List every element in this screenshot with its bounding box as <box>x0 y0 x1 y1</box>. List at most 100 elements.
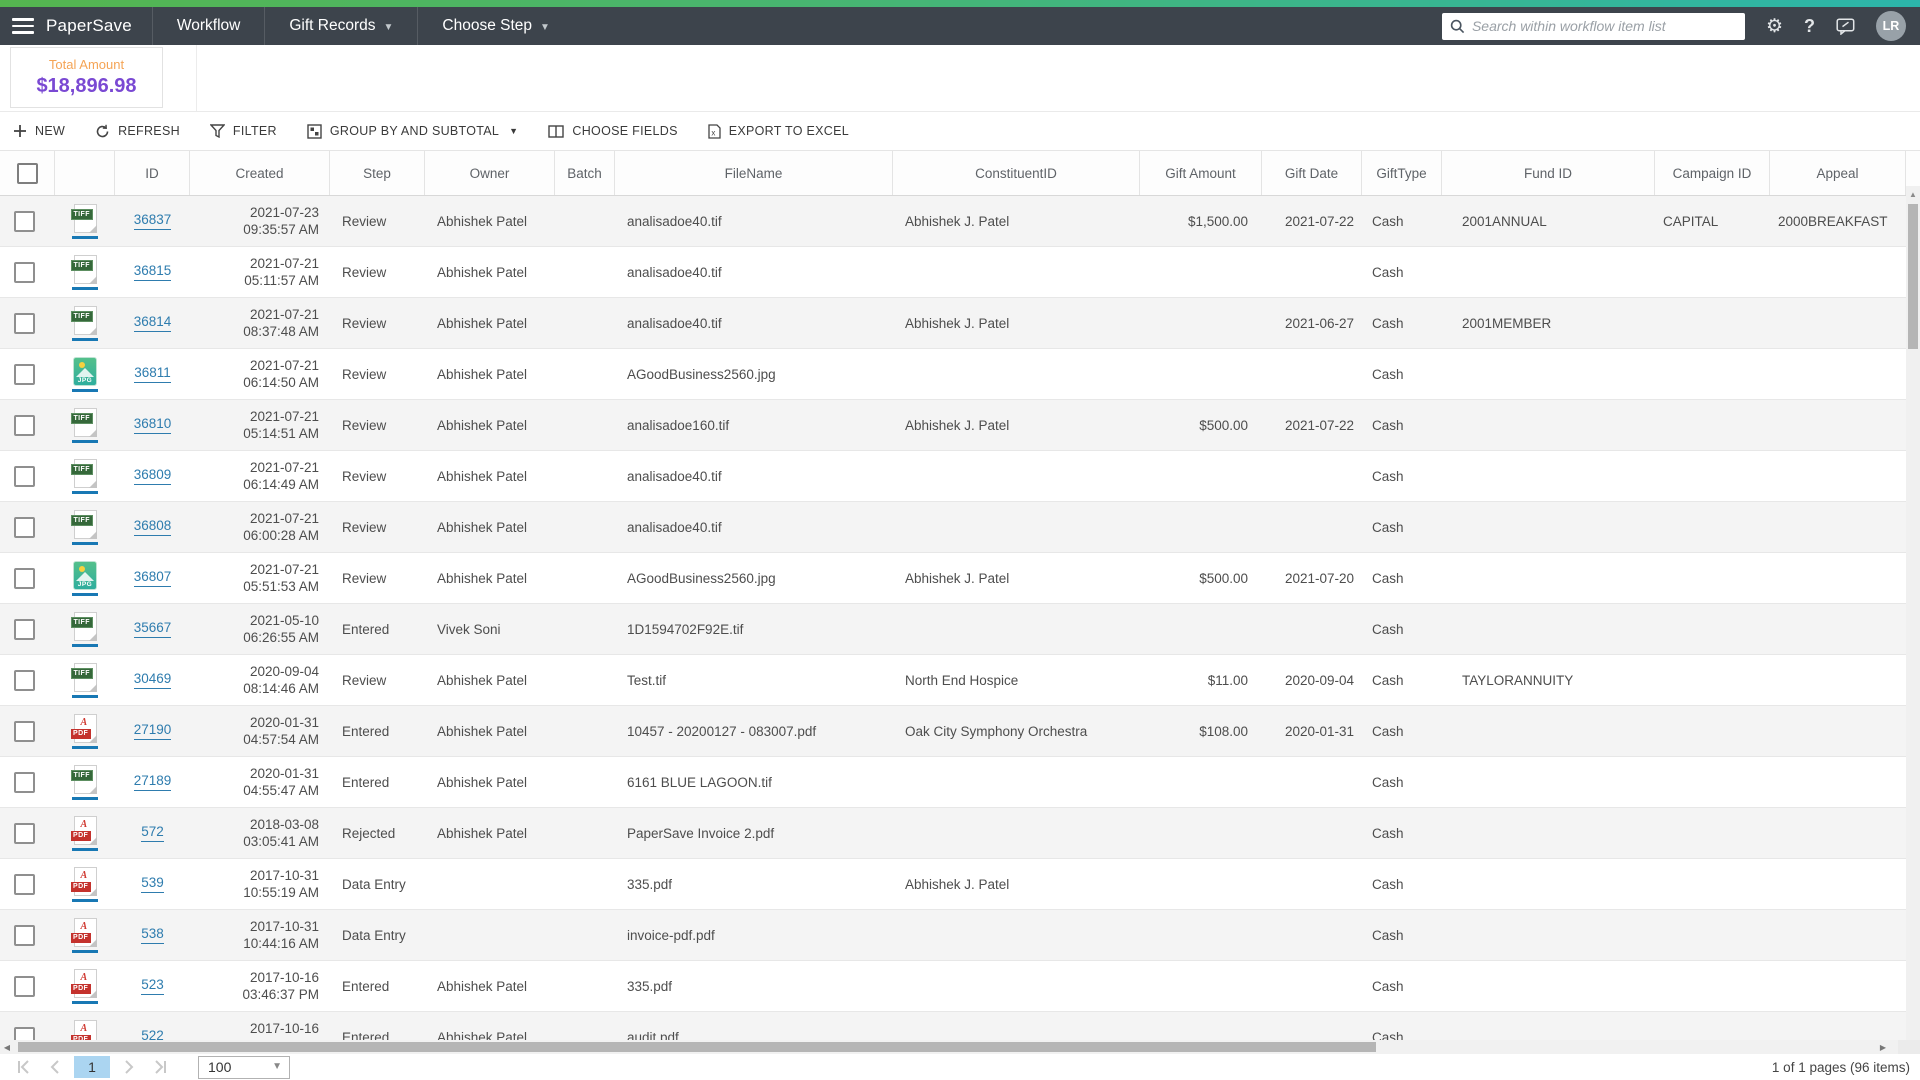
column-header-gift-amount[interactable]: Gift Amount <box>1140 151 1262 195</box>
column-header-owner[interactable]: Owner <box>425 151 555 195</box>
jpg-file-icon[interactable]: JPG <box>73 356 97 386</box>
vertical-scrollbar[interactable]: ▲ <box>1906 186 1920 1040</box>
tiff-file-icon[interactable]: TIFF <box>70 305 97 335</box>
tiff-file-icon[interactable]: TIFF <box>70 509 97 539</box>
pdf-file-icon[interactable]: A PDF <box>70 968 97 998</box>
tiff-file-icon[interactable]: TIFF <box>70 611 97 641</box>
row-id-link[interactable]: 522 <box>141 1028 164 1040</box>
row-id-link[interactable]: 539 <box>141 875 164 893</box>
row-checkbox[interactable] <box>14 312 35 334</box>
row-checkbox[interactable] <box>14 567 35 589</box>
column-header-gift-date[interactable]: Gift Date <box>1262 151 1362 195</box>
row-checkbox[interactable] <box>14 363 35 385</box>
table-row[interactable]: A PDF 539 2017-10-31 10:55:19 AM Data Entry 33… <box>0 859 1920 910</box>
pdf-file-icon[interactable]: A PDF <box>70 1019 97 1040</box>
table-row[interactable]: TIFF 36808 2021-07-21 06:00:28 AM Review Abhi… <box>0 502 1920 553</box>
row-id-link[interactable]: 36811 <box>134 365 171 383</box>
row-id-link[interactable]: 36807 <box>133 569 172 587</box>
pdf-file-icon[interactable]: A PDF <box>70 713 97 743</box>
choose-fields-button[interactable]: CHOOSE FIELDS <box>548 124 677 138</box>
table-row[interactable]: A PDF 538 2017-10-31 10:44:16 AM Data Entry in… <box>0 910 1920 961</box>
row-id-link[interactable]: 36809 <box>133 467 172 485</box>
column-header-id[interactable]: ID <box>115 151 190 195</box>
table-row[interactable]: TIFF 35667 2021-05-10 06:26:55 AM Entered Viv… <box>0 604 1920 655</box>
column-header-campaign-id[interactable]: Campaign ID <box>1655 151 1770 195</box>
vertical-scrollbar-thumb[interactable] <box>1908 204 1918 349</box>
row-id-link[interactable]: 30469 <box>133 671 172 689</box>
column-header-select-all[interactable] <box>0 151 55 195</box>
group-by-subtotal-button[interactable]: GROUP BY AND SUBTOTAL ▼ <box>307 123 519 139</box>
scroll-left-arrow-icon[interactable]: ◀ <box>0 1040 14 1054</box>
table-row[interactable]: TIFF 36809 2021-07-21 06:14:49 AM Review Abhi… <box>0 451 1920 502</box>
row-checkbox[interactable] <box>14 618 35 640</box>
nav-item-gift-records[interactable]: Gift Records ▼ <box>264 7 417 45</box>
table-row[interactable]: TIFF 27189 2020-01-31 04:55:47 AM Entered Abh… <box>0 757 1920 808</box>
column-header-constituentid[interactable]: ConstituentID <box>893 151 1140 195</box>
tiff-file-icon[interactable]: TIFF <box>70 764 97 794</box>
row-checkbox[interactable] <box>14 210 35 232</box>
new-button[interactable]: NEW <box>13 124 65 138</box>
nav-item-choose-step[interactable]: Choose Step ▼ <box>417 7 574 45</box>
filter-button[interactable]: FILTER <box>209 124 277 138</box>
row-id-link[interactable]: 36810 <box>133 416 172 434</box>
pdf-file-icon[interactable]: A PDF <box>70 815 97 845</box>
row-id-link[interactable]: 27189 <box>133 773 172 791</box>
table-row[interactable]: A PDF 523 2017-10-16 03:46:37 PM Entered Abhis… <box>0 961 1920 1012</box>
tiff-file-icon[interactable]: TIFF <box>70 203 97 233</box>
pdf-file-icon[interactable]: A PDF <box>70 866 97 896</box>
first-page-button[interactable] <box>10 1056 36 1078</box>
scroll-up-arrow-icon[interactable]: ▲ <box>1906 190 1920 199</box>
table-row[interactable]: TIFF 36837 2021-07-23 09:35:57 AM Review Abhi… <box>0 196 1920 247</box>
next-page-button[interactable] <box>116 1056 142 1078</box>
jpg-file-icon[interactable]: JPG <box>73 560 97 590</box>
horizontal-scrollbar-thumb[interactable] <box>18 1042 1376 1052</box>
column-header-created[interactable]: Created <box>190 151 330 195</box>
table-row[interactable]: TIFF 36815 2021-07-21 05:11:57 AM Review Abhi… <box>0 247 1920 298</box>
row-checkbox[interactable] <box>14 516 35 538</box>
column-header-doc-icon[interactable] <box>55 151 115 195</box>
row-id-link[interactable]: 36808 <box>133 518 172 536</box>
row-checkbox[interactable] <box>14 873 35 895</box>
previous-page-button[interactable] <box>42 1056 68 1078</box>
row-checkbox[interactable] <box>14 975 35 997</box>
row-checkbox[interactable] <box>14 261 35 283</box>
table-row[interactable]: TIFF 36810 2021-07-21 05:14:51 AM Review Abhi… <box>0 400 1920 451</box>
scroll-right-arrow-icon[interactable]: ▶ <box>1876 1040 1890 1054</box>
row-id-link[interactable]: 523 <box>141 977 164 995</box>
feedback-icon[interactable] <box>1836 17 1855 35</box>
nav-item-workflow[interactable]: Workflow <box>151 7 264 45</box>
column-header-gifttype[interactable]: GiftType <box>1362 151 1442 195</box>
column-header-appeal[interactable]: Appeal <box>1770 151 1906 195</box>
settings-gear-icon[interactable]: ⚙ <box>1766 15 1783 38</box>
table-row[interactable]: JPG 36811 2021-07-21 06:14:50 AM Review Abhis… <box>0 349 1920 400</box>
table-row[interactable]: TIFF 30469 2020-09-04 08:14:46 AM Review Abhi… <box>0 655 1920 706</box>
row-checkbox[interactable] <box>14 771 35 793</box>
last-page-button[interactable] <box>148 1056 174 1078</box>
table-row[interactable]: A PDF 572 2018-03-08 03:05:41 AM Rejected Abhi… <box>0 808 1920 859</box>
row-checkbox[interactable] <box>14 414 35 436</box>
select-all-checkbox[interactable] <box>16 162 38 184</box>
tiff-file-icon[interactable]: TIFF <box>70 458 97 488</box>
table-row[interactable]: A PDF 27190 2020-01-31 04:57:54 AM Entered Abh… <box>0 706 1920 757</box>
row-checkbox[interactable] <box>14 465 35 487</box>
row-checkbox[interactable] <box>14 669 35 691</box>
tiff-file-icon[interactable]: TIFF <box>70 254 97 284</box>
table-row[interactable]: JPG 36807 2021-07-21 05:51:53 AM Review Abhis… <box>0 553 1920 604</box>
hamburger-menu-icon[interactable] <box>12 18 34 34</box>
current-page-button[interactable]: 1 <box>74 1056 110 1078</box>
row-id-link[interactable]: 538 <box>141 926 164 944</box>
row-checkbox[interactable] <box>14 924 35 946</box>
tiff-file-icon[interactable]: TIFF <box>70 407 97 437</box>
user-avatar[interactable]: LR <box>1876 11 1906 41</box>
row-checkbox[interactable] <box>14 1026 35 1040</box>
row-id-link[interactable]: 36837 <box>133 212 172 230</box>
refresh-button[interactable]: REFRESH <box>95 124 180 139</box>
table-row[interactable]: TIFF 36814 2021-07-21 08:37:48 AM Review Abhi… <box>0 298 1920 349</box>
pdf-file-icon[interactable]: A PDF <box>70 917 97 947</box>
export-to-excel-button[interactable]: x EXPORT TO EXCEL <box>708 123 849 139</box>
page-size-dropdown[interactable]: 100 ▼ <box>198 1055 290 1079</box>
row-id-link[interactable]: 36814 <box>133 314 172 332</box>
column-header-filename[interactable]: FileName <box>615 151 893 195</box>
search-input[interactable] <box>1471 18 1737 34</box>
tiff-file-icon[interactable]: TIFF <box>70 662 97 692</box>
